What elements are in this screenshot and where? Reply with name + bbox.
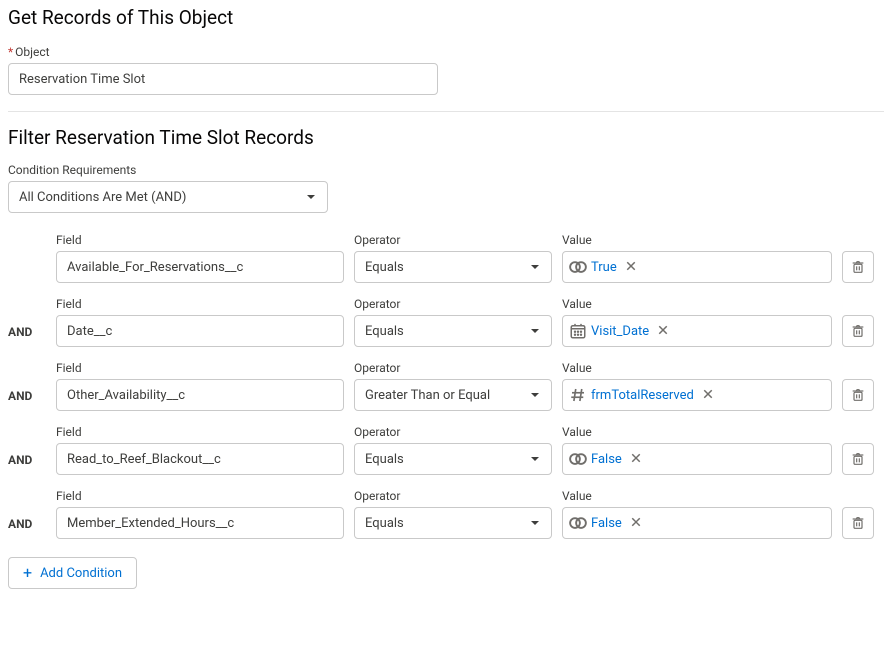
operator-select[interactable]: Equals	[354, 443, 552, 475]
clear-value-icon[interactable]	[625, 260, 637, 275]
date-icon	[569, 322, 587, 340]
chevron-down-icon	[529, 453, 541, 465]
field-value: Date__c	[67, 324, 112, 339]
operator-value: Equals	[365, 516, 404, 531]
field-input[interactable]: Date__c	[56, 315, 344, 347]
operator-select[interactable]: Equals	[354, 315, 552, 347]
field-label: Field	[56, 425, 344, 439]
operator-label: Operator	[354, 425, 552, 439]
object-label: *Object	[8, 45, 884, 59]
delete-row-button[interactable]	[842, 507, 874, 539]
add-condition-label: Add Condition	[40, 566, 122, 581]
condition-row: AND Field Date__c Operator Equals Value Visit_…	[8, 297, 884, 347]
value-input[interactable]: True	[562, 251, 832, 283]
operator-label: Operator	[354, 489, 552, 503]
logic-and: AND	[8, 389, 32, 411]
value-text: Visit_Date	[591, 324, 649, 339]
operator-select[interactable]: Equals	[354, 507, 552, 539]
condition-row: AND Field Read_to_Reef_Blackout__c Operator…	[8, 425, 884, 475]
chevron-down-icon	[529, 261, 541, 273]
operator-value: Equals	[365, 452, 404, 467]
delete-row-button[interactable]	[842, 443, 874, 475]
delete-row-button[interactable]	[842, 315, 874, 347]
value-label: Value	[562, 233, 832, 247]
add-condition-button[interactable]: + Add Condition	[8, 557, 137, 589]
value-input[interactable]: frmTotalReserved	[562, 379, 832, 411]
filter-title: Filter Reservation Time Slot Records	[8, 126, 884, 149]
logic-and: AND	[8, 453, 32, 475]
chevron-down-icon	[529, 325, 541, 337]
field-value: Other_Availability__c	[67, 388, 185, 403]
value-text: True	[591, 260, 617, 275]
field-label: Field	[56, 233, 344, 247]
logic-and: AND	[8, 517, 32, 539]
field-value: Available_For_Reservations__c	[67, 260, 243, 275]
bool-icon	[569, 450, 587, 468]
condition-row: AND Field Other_Availability__c Operator Gre…	[8, 361, 884, 411]
clear-value-icon[interactable]	[630, 516, 642, 531]
operator-value: Equals	[365, 260, 404, 275]
value-input[interactable]: Visit_Date	[562, 315, 832, 347]
cond-req-select[interactable]: All Conditions Are Met (AND)	[8, 181, 328, 213]
value-input[interactable]: False	[562, 507, 832, 539]
chevron-down-icon	[529, 389, 541, 401]
cond-req-label: Condition Requirements	[8, 163, 884, 177]
field-label: Field	[56, 489, 344, 503]
field-input[interactable]: Member_Extended_Hours__c	[56, 507, 344, 539]
value-input[interactable]: False	[562, 443, 832, 475]
field-value: Member_Extended_Hours__c	[67, 516, 234, 531]
value-label: Value	[562, 425, 832, 439]
delete-row-button[interactable]	[842, 251, 874, 283]
value-text: False	[591, 516, 622, 531]
condition-row: Field Available_For_Reservations__c Operat…	[8, 233, 884, 283]
clear-value-icon[interactable]	[630, 452, 642, 467]
field-input[interactable]: Read_to_Reef_Blackout__c	[56, 443, 344, 475]
field-value: Read_to_Reef_Blackout__c	[67, 452, 221, 467]
condition-row: AND Field Member_Extended_Hours__c Operator…	[8, 489, 884, 539]
field-label: Field	[56, 297, 344, 311]
operator-select[interactable]: Greater Than or Equal	[354, 379, 552, 411]
operator-select[interactable]: Equals	[354, 251, 552, 283]
section-divider	[8, 111, 884, 112]
value-text: False	[591, 452, 622, 467]
object-input[interactable]: Reservation Time Slot	[8, 63, 438, 95]
cond-req-value: All Conditions Are Met (AND)	[19, 190, 186, 205]
object-value: Reservation Time Slot	[19, 72, 145, 87]
value-text: frmTotalReserved	[591, 388, 694, 403]
delete-row-button[interactable]	[842, 379, 874, 411]
value-label: Value	[562, 489, 832, 503]
bool-icon	[569, 258, 587, 276]
chevron-down-icon	[305, 191, 317, 203]
operator-label: Operator	[354, 361, 552, 375]
clear-value-icon[interactable]	[702, 388, 714, 403]
get-records-title: Get Records of This Object	[8, 6, 884, 29]
operator-label: Operator	[354, 233, 552, 247]
field-input[interactable]: Other_Availability__c	[56, 379, 344, 411]
value-label: Value	[562, 361, 832, 375]
operator-value: Equals	[365, 324, 404, 339]
chevron-down-icon	[529, 517, 541, 529]
plus-icon: +	[23, 565, 32, 581]
value-label: Value	[562, 297, 832, 311]
number-icon	[569, 386, 587, 404]
clear-value-icon[interactable]	[657, 324, 669, 339]
bool-icon	[569, 514, 587, 532]
field-input[interactable]: Available_For_Reservations__c	[56, 251, 344, 283]
field-label: Field	[56, 361, 344, 375]
operator-value: Greater Than or Equal	[365, 388, 490, 403]
logic-and: AND	[8, 325, 32, 347]
operator-label: Operator	[354, 297, 552, 311]
